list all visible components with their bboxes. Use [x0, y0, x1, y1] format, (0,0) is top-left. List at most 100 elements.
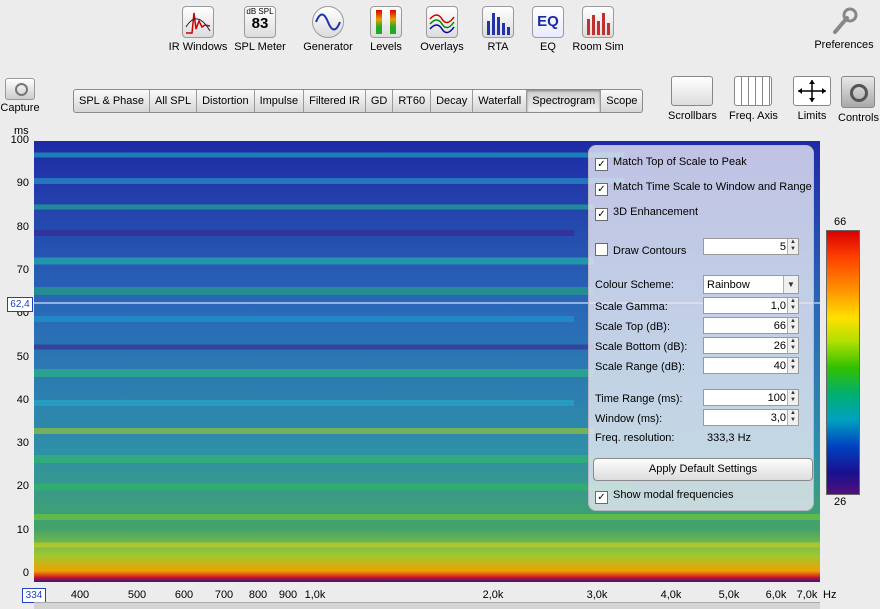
spl-meter-tool[interactable]: dB SPL 83 SPL Meter [222, 4, 298, 53]
controls-button[interactable]: Controls [838, 76, 879, 124]
tab-spl-phase[interactable]: SPL & Phase [74, 90, 151, 112]
capture-button[interactable]: Capture [0, 78, 40, 114]
show-modal-checkbox[interactable]: ✓ [595, 491, 608, 504]
x-tick-label: 800 [248, 589, 268, 601]
draw-contours-checkbox[interactable] [595, 243, 608, 256]
scale-bottom-value: 26 [773, 340, 786, 352]
room-sim-tool[interactable]: Room Sim [560, 4, 636, 53]
match-top-checkbox[interactable]: ✓ [595, 158, 608, 171]
spinner-arrows-icon[interactable]: ▲ ▼ [787, 338, 798, 353]
scrollbars-icon [671, 76, 714, 106]
spectrogram-plot[interactable]: ✓ Match Top of Scale to Peak ✓ Match Time … [34, 141, 820, 582]
controls-label: Controls [838, 112, 879, 124]
preferences-label: Preferences [814, 39, 874, 51]
scale-top-value: 66 [773, 320, 786, 332]
match-time-checkbox[interactable]: ✓ [595, 183, 608, 196]
x-tick-label: 4,0k [660, 589, 682, 601]
spinner-arrows-icon[interactable]: ▲ ▼ [787, 358, 798, 373]
apply-default-settings-button[interactable]: Apply Default Settings [593, 458, 813, 481]
freq-axis-label: Freq. Axis [729, 110, 778, 122]
colorbar-bottom-label: 26 [834, 496, 847, 508]
tab-decay[interactable]: Decay [431, 90, 474, 112]
contours-spinner[interactable]: 5 ▲ ▼ [703, 238, 799, 255]
y-tick-label: 90 [16, 177, 29, 190]
spinner-arrows-icon[interactable]: ▲ ▼ [787, 410, 798, 425]
scale-top-spinner[interactable]: 66 ▲ ▼ [703, 317, 799, 334]
tab-scope[interactable]: Scope [601, 90, 642, 112]
gear-icon [841, 76, 876, 108]
match-time-row: ✓ Match Time Scale to Window and Range [595, 181, 812, 196]
x-axis-unit: Hz [823, 589, 837, 601]
limits-icon [793, 76, 831, 106]
y-tick-label: 70 [16, 263, 29, 276]
scale-bottom-label: Scale Bottom (dB): [595, 341, 688, 353]
match-top-row: ✓ Match Top of Scale to Peak [595, 156, 747, 171]
tab-rt60[interactable]: RT60 [393, 90, 432, 112]
spinner-arrows-icon[interactable]: ▲ ▼ [787, 390, 798, 405]
tab-all-spl[interactable]: All SPL [150, 90, 198, 112]
generator-icon [312, 6, 344, 38]
scale-top-label: Scale Top (dB): [595, 321, 671, 333]
enhancement-row: ✓ 3D Enhancement [595, 206, 698, 221]
x-tick-label: 5,0k [718, 589, 740, 601]
contours-value: 5 [779, 241, 786, 253]
x-tick-label: 500 [127, 589, 147, 601]
y-tick-label: 100 [10, 134, 29, 146]
tab-spectrogram[interactable]: Spectrogram [527, 90, 602, 112]
time-range-value: 100 [767, 392, 786, 404]
ir-windows-icon [182, 6, 214, 38]
tab-gd[interactable]: GD [366, 90, 394, 112]
cursor-x-readout: 334 [22, 588, 46, 603]
camera-icon [5, 78, 35, 100]
scale-range-value: 40 [773, 360, 786, 372]
tab-filtered-ir[interactable]: Filtered IR [304, 90, 366, 112]
y-tick-label: 50 [16, 350, 29, 363]
graph-tab-strip: SPL & Phase All SPL Distortion Impulse F… [73, 89, 644, 113]
colour-scheme-value: Rainbow [707, 279, 750, 291]
tab-waterfall[interactable]: Waterfall [473, 90, 528, 112]
colorbar-top-label: 66 [834, 216, 847, 228]
y-tick-label: 10 [16, 523, 29, 536]
preferences-tool[interactable]: Preferences [806, 4, 880, 51]
show-modal-row: ✓ Show modal frequencies [595, 489, 733, 504]
tab-impulse[interactable]: Impulse [255, 90, 305, 112]
spinner-arrows-icon[interactable]: ▲ ▼ [787, 298, 798, 313]
window-spinner[interactable]: 3,0 ▲ ▼ [703, 409, 799, 426]
x-tick-label: 2,0k [482, 589, 504, 601]
freq-axis-icon [734, 76, 773, 106]
x-tick-label: 1,0k [304, 589, 326, 601]
x-tick-label: 700 [214, 589, 234, 601]
spinner-arrows-icon[interactable]: ▲ ▼ [787, 318, 798, 333]
eq-badge: EQ [537, 13, 559, 30]
tab-distortion[interactable]: Distortion [197, 90, 255, 112]
levels-icon [370, 6, 402, 38]
enhancement-checkbox[interactable]: ✓ [595, 208, 608, 221]
scale-range-spinner[interactable]: 40 ▲ ▼ [703, 357, 799, 374]
limits-button[interactable]: Limits [793, 76, 831, 122]
enhancement-label: 3D Enhancement [613, 206, 698, 218]
y-tick-label: 40 [16, 393, 29, 406]
spl-meter-icon: dB SPL 83 [244, 6, 276, 38]
cursor-y-readout: 62,4 [7, 297, 33, 312]
colour-scale-bar [826, 230, 860, 495]
freq-resolution-value: 333,3 Hz [707, 432, 752, 444]
scale-gamma-spinner[interactable]: 1,0 ▲ ▼ [703, 297, 799, 314]
room-sim-label: Room Sim [572, 41, 624, 53]
match-time-label: Match Time Scale to Window and Range [613, 181, 812, 193]
colour-scheme-select[interactable]: Rainbow ▼ [703, 275, 799, 294]
overlays-icon [426, 6, 458, 38]
time-range-label: Time Range (ms): [595, 393, 683, 405]
x-tick-label: 7,0k [796, 589, 818, 601]
scrollbars-button[interactable]: Scrollbars [668, 76, 717, 122]
scale-bottom-spinner[interactable]: 26 ▲ ▼ [703, 337, 799, 354]
time-range-spinner[interactable]: 100 ▲ ▼ [703, 389, 799, 406]
show-modal-label: Show modal frequencies [613, 489, 734, 501]
y-tick-label: 30 [16, 437, 29, 450]
chevron-down-icon[interactable]: ▼ [783, 276, 798, 293]
scrollbars-label: Scrollbars [668, 110, 717, 122]
freq-axis-button[interactable]: Freq. Axis [729, 76, 778, 122]
freq-resolution-label: Freq. resolution: [595, 432, 675, 444]
spinner-arrows-icon[interactable]: ▲ ▼ [787, 239, 798, 254]
capture-label: Capture [0, 102, 40, 114]
x-tick-label: 3,0k [586, 589, 608, 601]
